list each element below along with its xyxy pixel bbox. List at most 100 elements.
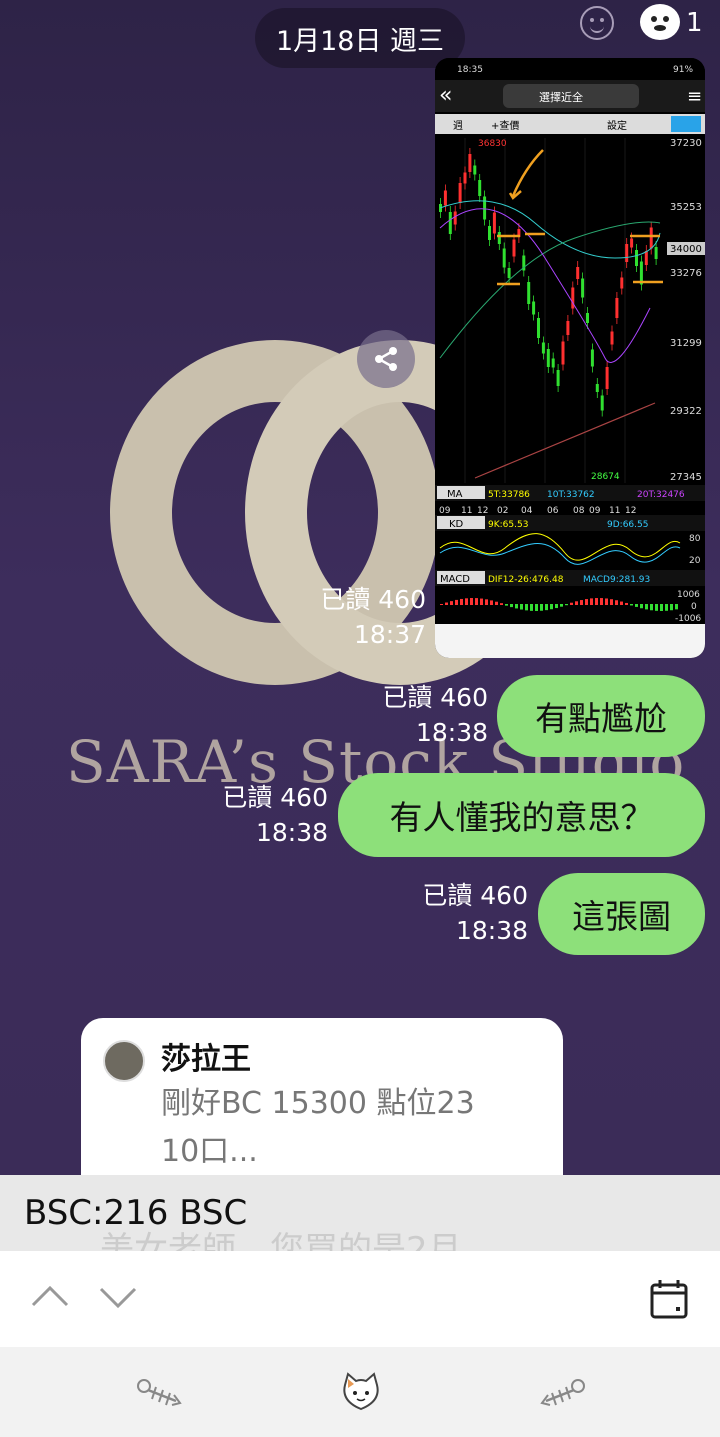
message-bubble-3[interactable]: 這張圖 — [538, 873, 705, 955]
read-receipt-3: 已讀 460 18:38 — [206, 780, 328, 850]
macd-bar — [505, 604, 508, 606]
x-tick-label: 04 — [521, 506, 533, 516]
macd-bar — [620, 601, 623, 605]
x-tick-label: 02 — [497, 506, 508, 516]
macd-bar — [440, 604, 443, 605]
macd-bar — [475, 598, 478, 605]
macd-bar — [660, 604, 663, 611]
macd-bar — [510, 604, 513, 608]
x-tick-label: 11 — [461, 506, 472, 516]
macd-bar — [635, 604, 638, 607]
macd-bar — [655, 604, 658, 611]
macd-bar — [630, 604, 633, 606]
message-time: 18:38 — [255, 818, 328, 847]
sender-name: 莎拉王 — [161, 1042, 251, 1077]
price-tick-label: 29322 — [670, 406, 702, 417]
macd-bar — [665, 604, 668, 611]
read-receipt-2: 已讀 460 18:38 — [370, 680, 488, 750]
macd-bar — [550, 604, 553, 610]
week-button: 週 — [453, 120, 463, 132]
macd-bar — [545, 604, 548, 611]
macd-bar — [610, 599, 613, 605]
macd-bar — [530, 604, 533, 611]
fishbone-icon[interactable] — [540, 1377, 586, 1407]
calendar-icon[interactable] — [650, 1279, 688, 1319]
share-icon — [375, 347, 397, 371]
fishbone-icon[interactable] — [136, 1377, 182, 1407]
price-tick-label: 35253 — [670, 202, 702, 213]
macd-bar — [585, 599, 588, 605]
screenshot-title: 選擇近全 — [539, 90, 583, 104]
macd-tick-top: 1006 — [677, 590, 700, 600]
macd-bar — [570, 602, 573, 605]
message-bubble-2[interactable]: 有人懂我的意思？ — [338, 773, 705, 857]
macd-bar — [445, 602, 448, 605]
macd-bar — [535, 604, 538, 611]
price-tick-label: 31299 — [670, 338, 702, 349]
macd-bar — [645, 604, 648, 610]
read-receipt-1: 已讀 460 18:37 — [300, 582, 426, 652]
message-bubble-1[interactable]: 有點尷尬 — [497, 675, 705, 757]
macd-bar — [670, 604, 673, 611]
back-icon: « — [439, 83, 452, 108]
x-tick-label: 08 — [573, 506, 585, 516]
macd-bar — [590, 598, 593, 605]
sticker-face-icon[interactable] — [640, 4, 680, 40]
macd-bar — [650, 604, 653, 611]
price-tick-label: 33276 — [670, 268, 702, 279]
macd-label: MACD — [440, 574, 470, 585]
share-button[interactable] — [357, 330, 415, 388]
macd-bar — [555, 604, 558, 609]
macd-bar — [515, 604, 518, 609]
price-tick-label: 34000 — [670, 244, 702, 255]
x-tick-label: 12 — [477, 506, 488, 516]
macd-bar — [565, 604, 568, 606]
image-message-stock-chart[interactable]: 18:35 91% « 選擇近全 ≡ 週 +查價 設定 37230 35253 34… — [435, 58, 705, 658]
macd-bar — [540, 604, 543, 611]
notification-count: 1 — [686, 8, 703, 38]
add-button: +查價 — [491, 119, 519, 132]
macd-bar — [520, 604, 523, 610]
macd-bar — [615, 600, 618, 605]
message-time: 18:38 — [415, 718, 488, 747]
status-battery: 91% — [673, 65, 693, 75]
reply-text: 剛好BC 15300 點位23 10口... — [161, 1086, 475, 1169]
macd-bar — [595, 598, 598, 605]
x-tick-label: 09 — [439, 506, 451, 516]
search-query-text: BSC:216 BSC — [24, 1193, 248, 1233]
macd-bar — [450, 601, 453, 605]
kd-tick-20: 20 — [689, 556, 701, 566]
chevron-up-icon[interactable] — [30, 1283, 70, 1309]
macd-value-1: DIF12-26:476.48 — [488, 575, 564, 585]
read-count: 已讀 460 — [222, 783, 328, 812]
macd-bar — [485, 599, 488, 605]
message-time: 18:37 — [353, 620, 426, 649]
macd-bar — [605, 598, 608, 605]
macd-bar — [460, 598, 463, 605]
macd-bar — [495, 601, 498, 605]
menu-icon: ≡ — [687, 86, 702, 107]
macd-bar — [500, 603, 503, 605]
avatar[interactable] — [103, 1040, 145, 1082]
x-tick-label: 09 — [589, 506, 601, 516]
cat-icon[interactable] — [340, 1371, 382, 1413]
ma-label: MA — [447, 489, 463, 500]
macd-value-2: MACD9:281.93 — [583, 575, 650, 585]
macd-bar — [600, 598, 603, 605]
macd-bar — [455, 599, 458, 605]
macd-bar — [480, 598, 483, 605]
macd-bar — [625, 602, 628, 605]
emoji-icon[interactable] — [580, 6, 614, 40]
kd-value-2: 9D:66.55 — [607, 520, 648, 530]
read-count: 已讀 460 — [382, 683, 488, 712]
macd-bar — [560, 604, 563, 607]
macd-bar — [465, 598, 468, 605]
x-tick-label: 11 — [609, 506, 620, 516]
macd-bar — [525, 604, 528, 611]
high-label: 36830 — [478, 139, 507, 149]
status-time: 18:35 — [457, 65, 483, 75]
macd-bar — [490, 600, 493, 605]
chevron-down-icon[interactable] — [98, 1285, 138, 1311]
search-nav-bar — [0, 1251, 720, 1347]
macd-bar — [580, 600, 583, 605]
